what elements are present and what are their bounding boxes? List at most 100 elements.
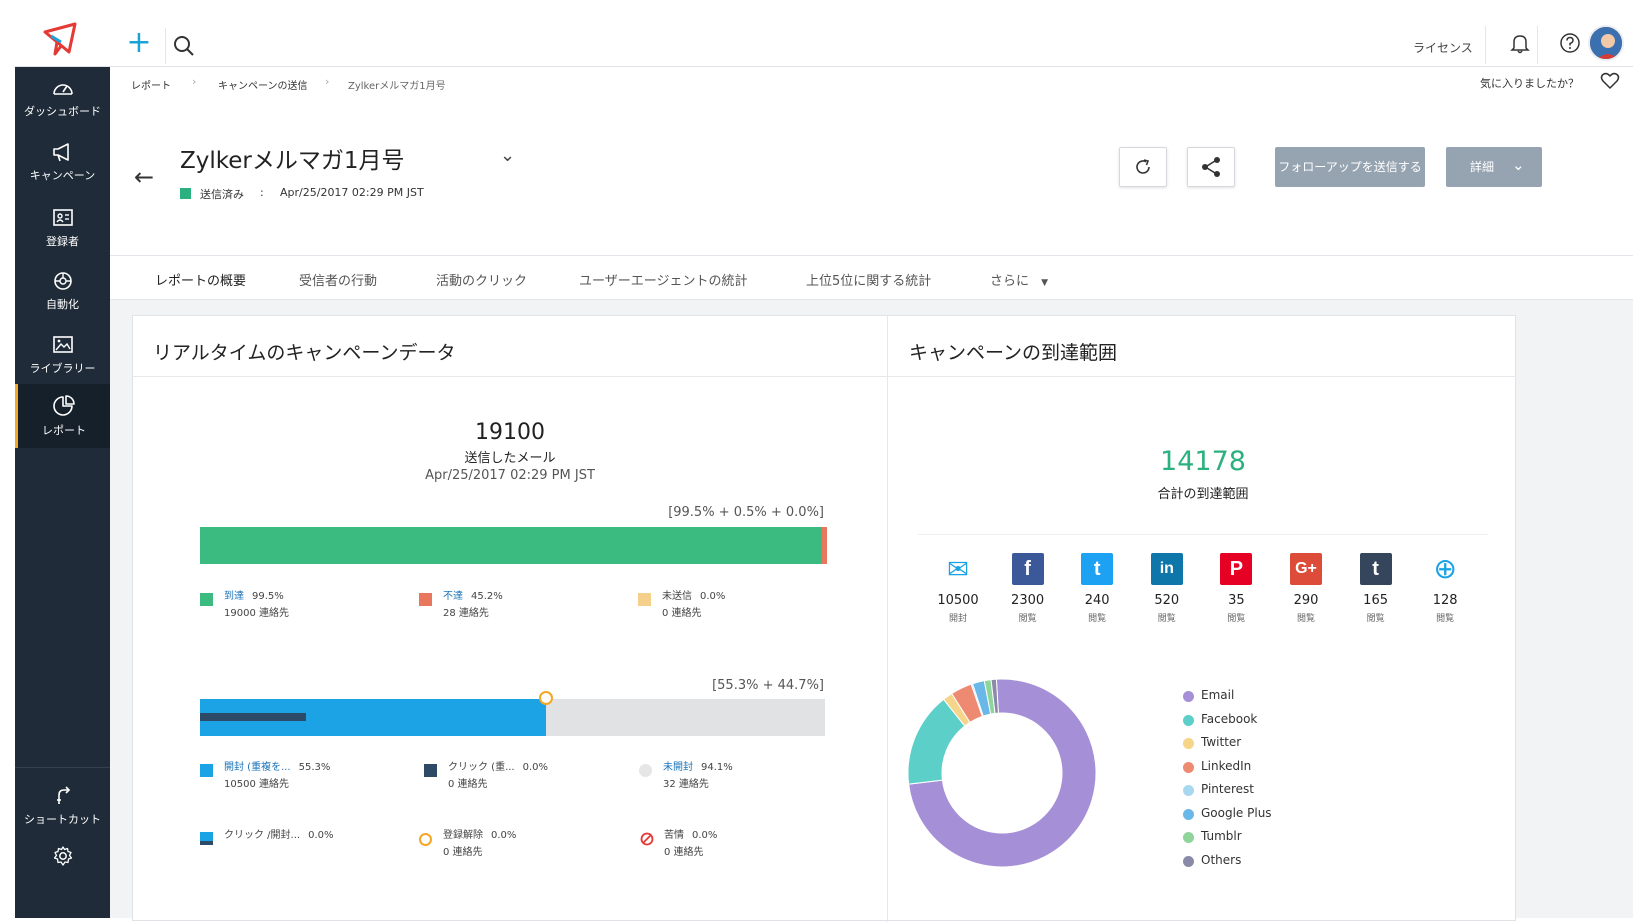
legend-percent: 0.0%: [700, 591, 726, 602]
sidebar-item-settings[interactable]: [15, 837, 110, 877]
total-reach-count: 14178: [1160, 446, 1246, 477]
sidebar-item-campaigns[interactable]: キャンペーン: [15, 131, 110, 197]
chart-legend-item[interactable]: Tumblr: [1183, 829, 1272, 853]
reach-channel-value: 520: [1154, 593, 1180, 608]
legend-name[interactable]: 未開封: [663, 762, 693, 773]
reach-panel-title: キャンペーンの到達範囲: [909, 342, 1118, 364]
legend-percent: 0.0%: [692, 830, 718, 841]
caret-down-icon: ▼: [1041, 278, 1049, 288]
chart-legend-item[interactable]: LinkedIn: [1183, 759, 1272, 783]
legend-name[interactable]: 到達: [224, 591, 244, 602]
help-icon[interactable]: [1559, 32, 1581, 54]
megaphone-icon: [52, 143, 69, 162]
legend-contacts: 0 連絡先: [443, 847, 483, 858]
reach-channel-unit: 閲覧: [1436, 614, 1455, 624]
refresh-button[interactable]: [1119, 147, 1167, 187]
legend-bounced[interactable]: 不達 45.2% 28 連絡先: [419, 588, 503, 622]
legend-name: 登録解除: [443, 830, 483, 841]
sidebar-item-dashboard[interactable]: ダッシュボード: [15, 67, 110, 133]
chart-legend-label: Email: [1201, 688, 1235, 702]
chart-legend-item[interactable]: Google Plus: [1183, 806, 1272, 830]
sidebar-item-automation[interactable]: 自動化: [15, 260, 110, 326]
legend-opened[interactable]: 開封 (重複を... 55.3% 10500 連絡先: [200, 759, 330, 793]
heart-icon[interactable]: [1600, 71, 1620, 91]
open-bar-label: [55.3% + 44.7%]: [712, 678, 824, 693]
legend-unopened[interactable]: 未開封 94.1% 32 連絡先: [639, 759, 733, 793]
reach-channel-unit: 閲覧: [1088, 614, 1107, 624]
back-arrow-icon[interactable]: ←: [134, 163, 154, 191]
chevron-right-icon: ›: [325, 75, 330, 88]
reach-channel-unit: 閲覧: [1227, 614, 1246, 624]
license-link[interactable]: ライセンス: [1413, 39, 1473, 56]
status-separator: :: [260, 186, 264, 199]
legend-name[interactable]: 不達: [443, 591, 463, 602]
chart-legend-item[interactable]: Facebook: [1183, 712, 1272, 736]
tab-report-overview[interactable]: レポートの概要: [155, 270, 246, 289]
tab-user-agent-stats[interactable]: ユーザーエージェントの統計: [579, 270, 747, 289]
tab-more[interactable]: さらに ▼: [990, 270, 1048, 289]
chevron-down-icon[interactable]: ⌄: [500, 145, 515, 166]
complaint-icon: [640, 832, 654, 846]
legend-contacts: 32 連絡先: [663, 779, 709, 790]
delivery-bar[interactable]: [200, 527, 827, 564]
legend-dot: [1183, 738, 1194, 749]
sidebar-item-label: ダッシュボード: [24, 105, 101, 118]
chart-legend-label: Pinterest: [1201, 782, 1255, 796]
app-window: + ライセンス ダッシュボード キャンペーン 登録者 自動化 ライブラリー レポ…: [15, 0, 1633, 922]
sidebar-item-shortcut[interactable]: ショートカット: [15, 773, 110, 839]
chart-legend-item[interactable]: Twitter: [1183, 735, 1272, 759]
favorite-prompt: 気に入りましたか？: [1480, 77, 1579, 90]
legend-percent: 0.0%: [522, 762, 549, 773]
legend-contacts: 0 連絡先: [662, 608, 702, 619]
sent-count: 19100: [475, 420, 545, 445]
chart-legend-label: Google Plus: [1201, 805, 1272, 820]
chart-legend-item[interactable]: Pinterest: [1183, 782, 1272, 806]
tab-top5-stats[interactable]: 上位5位に関する統計: [806, 270, 931, 289]
chart-legend-label: Tumblr: [1201, 829, 1242, 843]
legend-contacts: 28 連絡先: [443, 608, 489, 619]
legend-contacts: 19000 連絡先: [224, 608, 289, 619]
sidebar-item-library[interactable]: ライブラリー: [15, 324, 110, 390]
legend-delivered[interactable]: 到達 99.5% 19000 連絡先: [200, 588, 289, 622]
report-tabs: レポートの概要 受信者の行動 活動のクリック ユーザーエージェントの統計 上位5…: [110, 256, 1633, 300]
app-logo[interactable]: [41, 22, 81, 58]
breadcrumb-item[interactable]: レポート: [131, 77, 171, 92]
legend-clicked: クリック (重... 0.0% 0 連絡先: [424, 759, 549, 793]
legend-percent: 99.5%: [252, 591, 284, 602]
breadcrumb: レポート › キャンペーンの送信 › Zylkerメルマガ1月号 気に入りました…: [110, 67, 1633, 95]
breadcrumb-item[interactable]: キャンペーンの送信: [218, 77, 308, 92]
user-avatar[interactable]: [1588, 25, 1624, 61]
create-new-icon[interactable]: +: [125, 28, 153, 58]
tab-recipient-activity[interactable]: 受信者の行動: [299, 270, 377, 289]
legend-swatch: [200, 593, 213, 606]
automation-icon: [53, 272, 72, 290]
click-open-icon: [200, 832, 213, 845]
share-button[interactable]: [1187, 147, 1235, 187]
open-bar[interactable]: [200, 691, 825, 736]
sidebar-item-label: 登録者: [46, 235, 79, 248]
reach-channel-facebook: f 2300 閲覧: [993, 553, 1063, 624]
sidebar-item-contacts[interactable]: 登録者: [15, 197, 110, 263]
legend-name[interactable]: 開封 (重複を...: [224, 762, 291, 773]
search-button[interactable]: [165, 28, 201, 64]
report-card: リアルタイムのキャンペーンデータ キャンペーンの到達範囲 19100 送信したメ…: [132, 315, 1516, 922]
sidebar-item-reports[interactable]: レポート: [15, 384, 110, 448]
tab-click-activity[interactable]: 活動のクリック: [436, 270, 527, 289]
reach-channel-value: 290: [1293, 593, 1319, 608]
contacts-icon: [52, 209, 73, 226]
chevron-down-icon: ⌄: [1512, 156, 1525, 174]
campaign-header: ← Zylkerメルマガ1月号 ⌄ 送信済み : Apr/25/2017 02:…: [110, 95, 1633, 256]
reach-channel-value: 240: [1084, 593, 1110, 608]
chart-legend-item[interactable]: Email: [1183, 688, 1272, 712]
details-dropdown-button[interactable]: 詳細 ⌄: [1446, 147, 1542, 187]
total-reach-label: 合計の到達範囲: [1157, 487, 1249, 502]
legend-unsubscribe: 登録解除 0.0% 0 連絡先: [419, 827, 516, 861]
reach-donut-chart: [908, 678, 1097, 868]
reach-channel-value: 165: [1363, 593, 1388, 608]
google-plus-icon: G+: [1290, 553, 1322, 585]
chart-legend-item[interactable]: Others: [1183, 853, 1272, 877]
reach-channel-unit: 閲覧: [1018, 614, 1037, 624]
notification-bell-icon[interactable]: [1509, 32, 1531, 54]
send-follow-up-button[interactable]: フォローアップを送信する: [1275, 147, 1425, 187]
reach-channel-twitter: t 240 閲覧: [1062, 553, 1132, 624]
